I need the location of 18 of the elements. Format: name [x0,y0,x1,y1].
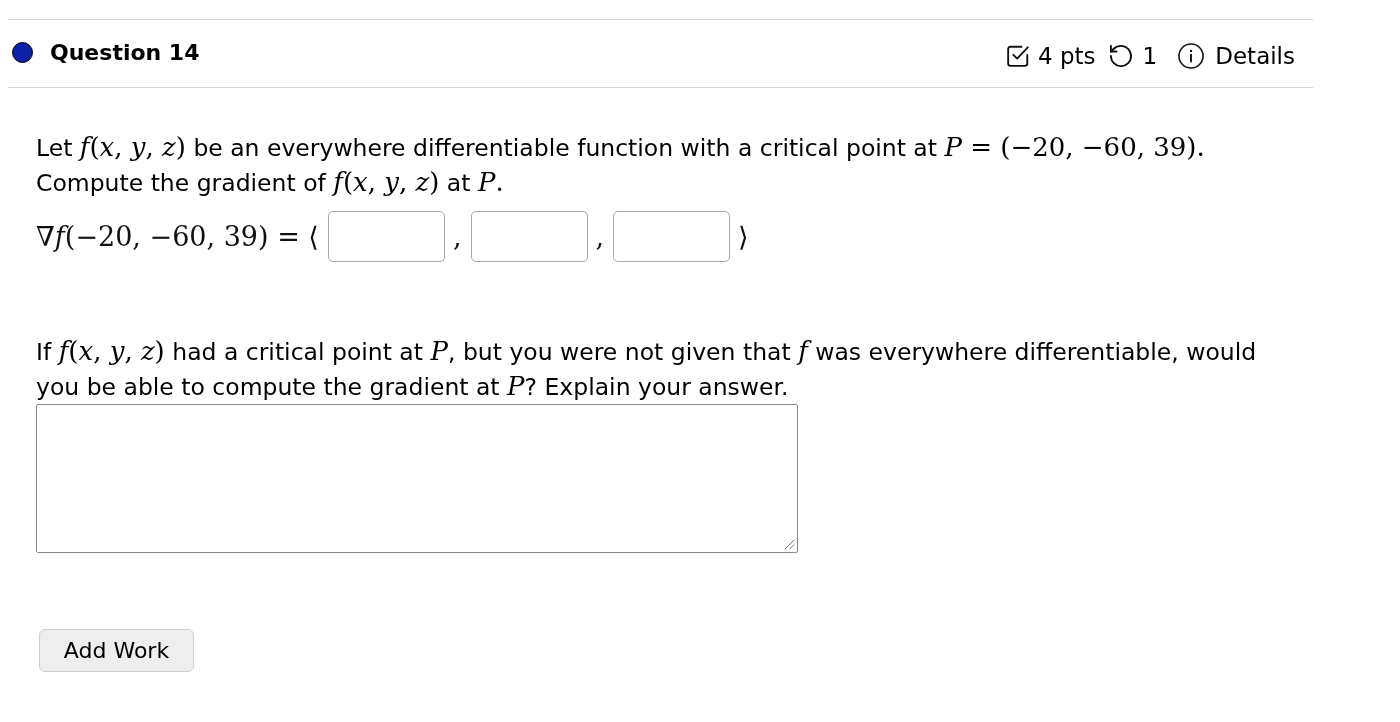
checkbox-icon [1007,45,1030,67]
math-text: , [595,222,605,250]
math-text: ∇f(−20, −60, 39) = ⟨ [36,222,319,250]
info-icon [1178,43,1205,69]
add-work-button[interactable]: Add Work [39,629,194,672]
math-text: ⟩ [738,222,749,250]
answer-field[interactable] [613,210,731,262]
points-label: 4 pts [1038,43,1096,69]
details-button[interactable]: Details [1178,43,1295,69]
resize-grip-icon[interactable] [784,539,795,550]
question-text: Let f(x, y, z) be an everywhere differentiable function with a critical point at P = (−20, −60, 39). Compute the gradient of f(x, y, z) at P. [36,131,1206,199]
answer-field[interactable] [327,210,445,262]
question-text: If f(x, y, z) had a critical point at P, but you were not given that f was everywhere differentiable, would you be able to compute the gradient at P? Explain your answer. [36,335,1258,403]
question-title: Question 14 [50,40,200,65]
attempts-label: 1 [1142,43,1158,69]
retry-icon [1109,45,1132,67]
math-text: , [452,222,462,250]
answer-field[interactable] [470,210,588,262]
